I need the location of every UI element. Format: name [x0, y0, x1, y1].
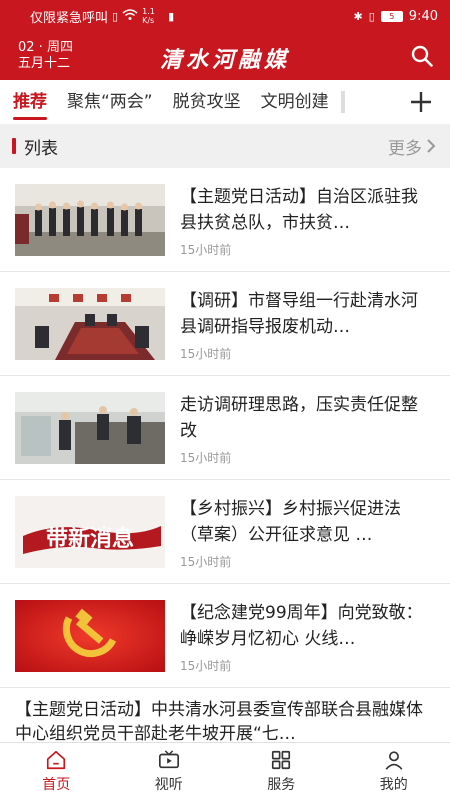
more-link[interactable]: 更多	[388, 134, 436, 159]
wifi-icon	[122, 8, 138, 24]
app-header: 02 · 周四 五月十二 清水河融媒	[0, 32, 450, 80]
banner-text: 带新消息	[46, 526, 134, 552]
news-time: 15小时前	[180, 555, 232, 569]
app-title: 清水河融媒	[159, 47, 290, 73]
nav-mine-label: 我的	[379, 777, 408, 793]
party-emblem-image	[15, 600, 165, 672]
group-photo-image	[15, 184, 165, 256]
news-title: 【纪念建党99周年】向党致敬：峥嵘岁月忆初心 火线…	[180, 603, 423, 649]
nav-services-label: 服务	[267, 777, 296, 793]
nav-services[interactable]: 服务	[225, 743, 338, 800]
news-time: 15小时前	[180, 243, 232, 257]
meeting-room-image	[15, 288, 165, 360]
tab-overflow-indicator	[340, 91, 345, 113]
news-list: 【主题党日活动】自治区派驻我县扶贫总队，市扶贫… 15小时前 【调研】市督导组一…	[0, 168, 450, 688]
news-item[interactable]: 【纪念建党99周年】向党致敬：峥嵘岁月忆初心 火线… 15小时前	[0, 584, 450, 688]
search-button[interactable]	[410, 44, 434, 68]
plus-icon	[411, 92, 431, 112]
category-tabs: 推荐 聚焦“两会” 脱贫攻坚 文明创建	[0, 80, 450, 124]
tab-poverty-alleviation[interactable]: 脱贫攻坚	[163, 80, 251, 124]
add-channel-button[interactable]	[408, 88, 434, 116]
tab-civilization[interactable]: 文明创建	[251, 80, 339, 124]
text-news-item[interactable]: 【主题党日活动】中共清水河县委宣传部联合县融媒体中心组织党员干部赴老牛坡开展“七…	[0, 688, 450, 744]
nav-mine[interactable]: 我的	[338, 743, 450, 800]
notification-icon: ▮	[168, 9, 175, 23]
more-label: 更多	[388, 138, 422, 159]
status-bar: 仅限紧急呼叫 ▯ 1.1 K/s ▮ ✱ ▯ 5 9:40	[0, 0, 450, 32]
nav-video[interactable]: 视听	[113, 743, 226, 800]
news-item[interactable]: 走访调研理思路，压实责任促整改 15小时前	[0, 376, 450, 480]
user-icon	[385, 751, 403, 770]
news-item[interactable]: 带新消息 【乡村振兴】乡村振兴促进法（草案）公开征求意见 … 15小时前	[0, 480, 450, 584]
news-time: 15小时前	[180, 347, 232, 361]
calligraphy-banner-image: 带新消息	[15, 496, 165, 568]
net-speed: 1.1 K/s	[142, 7, 155, 25]
news-title: 【主题党日活动】中共清水河县委宣传部联合县融媒体中心组织党员干部赴老牛坡开展“七…	[15, 700, 423, 744]
tab-two-sessions[interactable]: 聚焦“两会”	[57, 80, 163, 124]
section-title: 列表	[24, 138, 58, 159]
search-icon	[411, 45, 433, 67]
news-title: 走访调研理思路，压实责任促整改	[180, 395, 418, 441]
clock: 9:40	[408, 8, 438, 24]
battery-icon: 5	[380, 10, 403, 22]
grid-icon	[272, 750, 291, 770]
home-icon	[47, 750, 66, 770]
nav-home-label: 首页	[42, 777, 71, 793]
bottom-nav: 首页 视听 服务 我的	[0, 742, 450, 800]
tab-recommend[interactable]: 推荐	[0, 80, 57, 124]
vibrate-icon: ▯	[368, 9, 375, 23]
news-time: 15小时前	[180, 451, 232, 465]
news-title: 【调研】市督导组一行赴清水河县调研指导报废机动…	[180, 291, 418, 337]
office-visit-image	[15, 392, 165, 464]
sim-icon: ▯	[112, 9, 119, 23]
news-time: 15小时前	[180, 659, 232, 673]
bluetooth-icon: ✱	[353, 9, 363, 23]
news-title: 【主题党日活动】自治区派驻我县扶贫总队，市扶贫…	[180, 187, 418, 233]
section-header: 列表 更多	[0, 124, 450, 168]
news-title: 【乡村振兴】乡村振兴促进法（草案）公开征求意见 …	[180, 499, 401, 545]
section-marker	[12, 138, 16, 154]
nav-video-label: 视听	[154, 777, 183, 793]
video-icon	[158, 750, 179, 769]
carrier-text: 仅限紧急呼叫	[30, 10, 109, 26]
news-item[interactable]: 【主题党日活动】自治区派驻我县扶贫总队，市扶贫… 15小时前	[0, 168, 450, 272]
news-item[interactable]: 【调研】市督导组一行赴清水河县调研指导报废机动… 15小时前	[0, 272, 450, 376]
nav-home[interactable]: 首页	[0, 743, 113, 800]
chevron-right-icon	[427, 139, 436, 153]
